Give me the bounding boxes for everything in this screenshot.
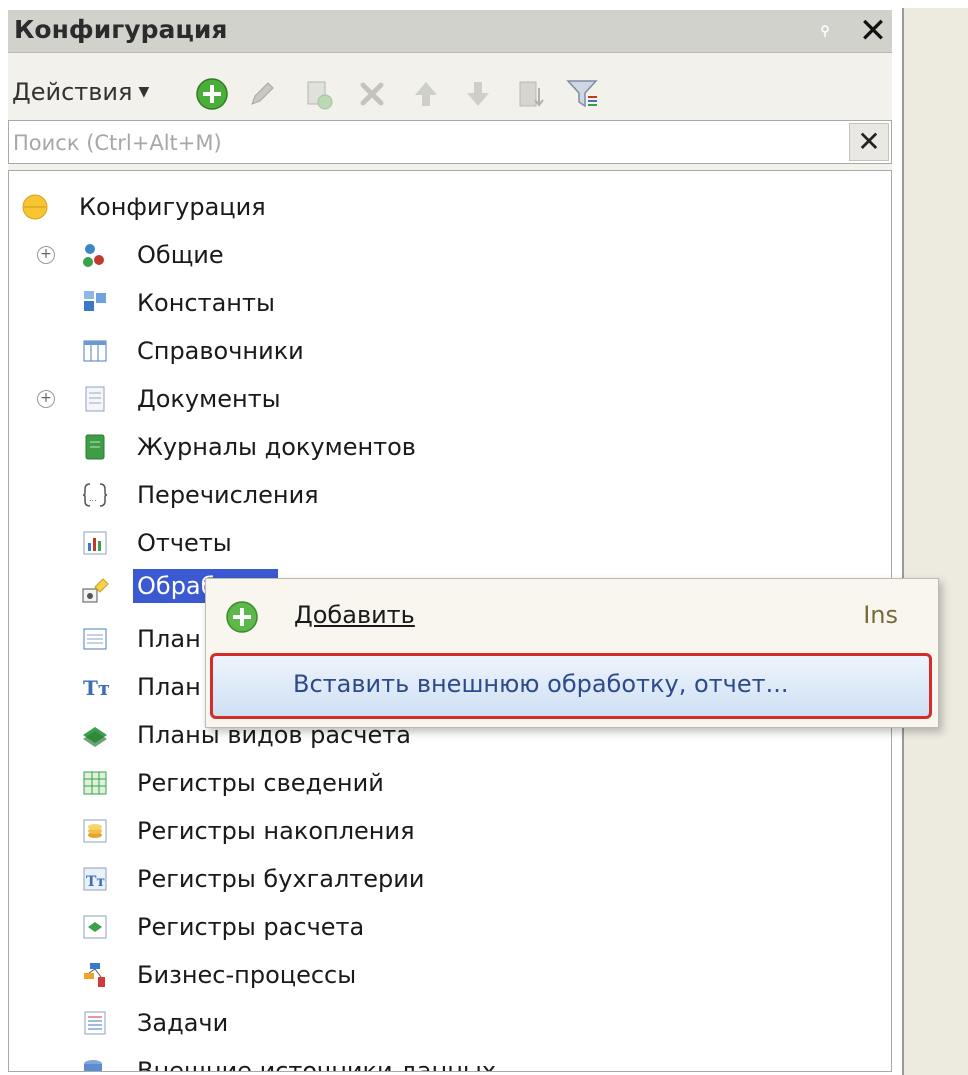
tree-item[interactable]: Бизнес-процессы <box>21 953 861 997</box>
reports-icon <box>83 531 107 555</box>
tree-item[interactable]: Задачи <box>21 1001 861 1045</box>
tree-item[interactable]: Журналы документов <box>21 425 861 469</box>
context-menu: Добавить Ins Вставить внешнюю обработку,… <box>205 578 939 728</box>
search-input[interactable] <box>11 125 845 161</box>
tree-item-label: Регистры сведений <box>137 769 384 797</box>
tree-item-label: Общие <box>137 241 224 269</box>
common-icon <box>83 244 104 267</box>
actions-menu-button[interactable]: Действия ▼ <box>12 78 149 106</box>
tree-item-label: План <box>137 673 201 701</box>
accounting-registers-icon: Tт <box>83 867 107 891</box>
data-processors-icon <box>82 578 109 603</box>
configuration-panel: Конфигурация ✕ Действия ▼ Поиск (Ctrl+Al… <box>8 10 892 1072</box>
close-icon[interactable]: ✕ <box>856 14 890 48</box>
information-registers-icon <box>83 771 107 795</box>
chart-of-accounts-icon: Tт <box>83 676 109 700</box>
external-data-sources-icon <box>84 1060 102 1071</box>
tree-item[interactable]: + Общие <box>21 233 861 277</box>
chart-of-characteristics-icon <box>83 628 107 650</box>
edit-icon[interactable] <box>244 76 280 112</box>
tree-item[interactable]: Регистры расчета <box>21 905 861 949</box>
menu-item-add[interactable]: Добавить Ins <box>206 587 938 649</box>
svg-text:Tт: Tт <box>83 676 109 700</box>
menu-item-insert-external[interactable]: Вставить внешнюю обработку, отчет... <box>210 653 932 719</box>
constants-icon <box>84 291 106 311</box>
tree-item[interactable]: Константы <box>21 281 861 325</box>
panel-title: Конфигурация <box>14 15 228 44</box>
tree-item[interactable]: ... Перечисления <box>21 473 861 517</box>
tree-root[interactable]: Конфигурация <box>21 185 621 229</box>
tree-item-label: Внешние источники данных <box>137 1057 497 1072</box>
tasks-icon <box>84 1011 106 1035</box>
tree-item-label: Регистры накопления <box>137 817 415 845</box>
sort-icon[interactable] <box>512 76 548 112</box>
chart-of-calculation-types-icon <box>83 727 107 747</box>
tree-item-label: Журналы документов <box>137 433 416 461</box>
business-processes-icon <box>84 963 105 987</box>
right-pane <box>902 8 968 1075</box>
svg-text:...: ... <box>89 494 97 503</box>
documents-icon <box>85 386 105 412</box>
panel-titlebar: Конфигурация ✕ <box>8 10 892 53</box>
toolbar: Действия ▼ <box>8 70 892 118</box>
add-icon <box>226 601 258 633</box>
tree-item[interactable]: Справочники <box>21 329 861 373</box>
tree-item-label: Бизнес-процессы <box>137 961 357 989</box>
top-margin <box>0 0 968 8</box>
tree-item-label: Документы <box>137 385 281 413</box>
caret-down-icon: ▼ <box>138 84 150 100</box>
menu-insert-label: Вставить внешнюю обработку, отчет... <box>293 670 789 698</box>
configuration-icon <box>22 194 48 220</box>
expand-icon[interactable]: + <box>37 390 55 408</box>
add-icon[interactable] <box>194 76 230 112</box>
tree-item[interactable]: Отчеты <box>21 521 861 565</box>
pin-icon[interactable] <box>818 24 832 38</box>
tree-item[interactable]: Tт Регистры бухгалтерии <box>21 857 861 901</box>
accumulation-registers-icon <box>83 819 107 843</box>
copy-icon[interactable] <box>300 76 336 112</box>
actions-label: Действия <box>12 78 133 106</box>
tree-item-label: Константы <box>137 289 275 317</box>
tree-item-label: Справочники <box>137 337 304 365</box>
tree-item-label: Задачи <box>137 1009 229 1037</box>
document-journals-icon <box>85 434 105 460</box>
delete-icon[interactable] <box>354 76 390 112</box>
menu-add-label: Добавить <box>294 601 415 629</box>
move-up-icon[interactable] <box>408 76 444 112</box>
move-down-icon[interactable] <box>460 76 496 112</box>
expand-icon[interactable]: + <box>37 246 55 264</box>
tree-item[interactable]: Внешние источники данных <box>21 1049 861 1072</box>
catalogs-icon <box>83 340 107 362</box>
svg-text:Tт: Tт <box>86 874 105 890</box>
tree-item-label: Регистры расчета <box>137 913 365 941</box>
tree-root-label: Конфигурация <box>79 193 266 221</box>
search-box: ✕ <box>8 120 892 164</box>
tree-item-label: Регистры бухгалтерии <box>137 865 425 893</box>
tree-item[interactable]: Регистры сведений <box>21 761 861 805</box>
tree-item[interactable]: + Документы <box>21 377 861 421</box>
calculation-registers-icon <box>83 915 107 939</box>
tree-item-label: Отчеты <box>137 529 232 557</box>
menu-add-shortcut: Ins <box>863 601 898 629</box>
clear-search-icon[interactable]: ✕ <box>849 123 889 161</box>
tree-item-label: Перечисления <box>137 481 319 509</box>
tree-item-label: План <box>137 625 201 653</box>
enumerations-icon: ... <box>82 483 108 507</box>
tree-item[interactable]: Регистры накопления <box>21 809 861 853</box>
filter-icon[interactable] <box>564 76 600 112</box>
